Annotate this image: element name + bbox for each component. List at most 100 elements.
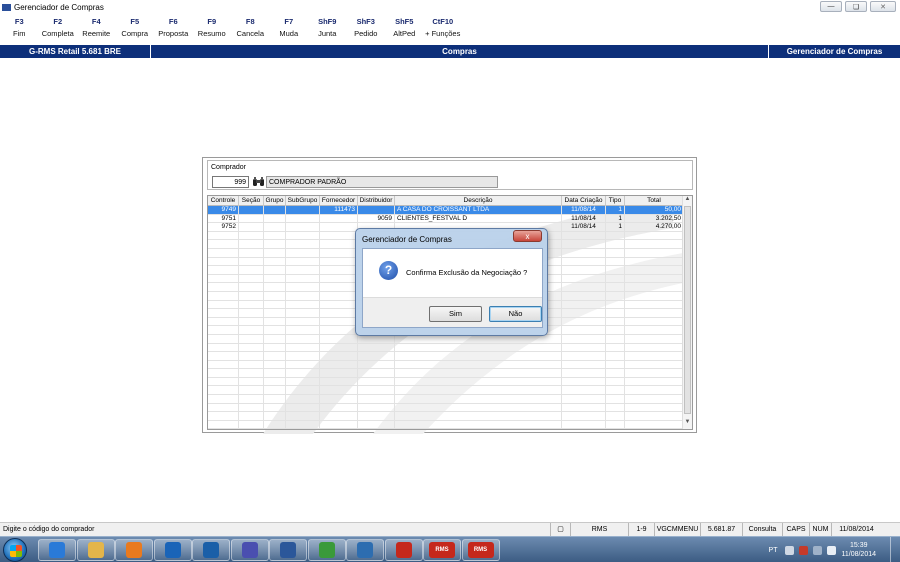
cell-fornecedor — [320, 248, 358, 257]
fkey-key: F4 — [91, 17, 101, 26]
cell-grupo — [264, 206, 286, 214]
fkey-button[interactable]: ShF9 Junta — [308, 16, 347, 44]
cell-controle: 9749 — [208, 206, 239, 214]
cell-secao — [239, 266, 264, 275]
no-button[interactable]: Não — [489, 306, 542, 322]
volume-icon[interactable] — [827, 545, 837, 555]
cell-subgrupo — [286, 317, 320, 326]
status-cell: RMS — [570, 523, 628, 536]
fkey-button[interactable]: F9 Resumo — [193, 16, 232, 44]
cell-fornecedor — [320, 360, 358, 369]
table-row[interactable]: 9749 111473 A CASA DO CROISSANT LTDA 11/08/… — [208, 206, 684, 215]
cell-secao — [239, 386, 264, 395]
table-row[interactable]: 9751 9059 CLIENTES_FESTVAL D 11/08/14 1 3.202… — [208, 214, 684, 224]
fkey-button[interactable]: CtF10 + Funções — [424, 16, 463, 44]
column-header[interactable]: Fornecedor — [320, 196, 358, 206]
cell-grupo — [264, 352, 286, 361]
taskbar-app-button[interactable] — [346, 539, 384, 561]
column-header[interactable]: Total — [625, 196, 684, 206]
installer-icon — [318, 542, 335, 558]
fkey-button[interactable]: F3 Fim — [0, 16, 39, 44]
taskbar-app-button[interactable]: RMS — [461, 539, 500, 561]
cell-subgrupo — [286, 274, 320, 283]
fkey-button[interactable]: F2 Completa — [39, 16, 78, 44]
scroll-up-icon[interactable]: ▲ — [683, 196, 692, 205]
grid-scrollbar[interactable]: ▲ ▼ — [682, 196, 692, 429]
cell-data — [562, 369, 606, 378]
scroll-down-icon[interactable]: ▼ — [683, 419, 692, 428]
cell-descricao — [395, 420, 562, 429]
fkey-button[interactable]: F4 Reemite — [77, 16, 116, 44]
fkey-button[interactable]: F7 Muda — [270, 16, 309, 44]
cell-data — [562, 231, 606, 240]
taskbar-app-button[interactable] — [38, 539, 76, 561]
restore-button[interactable]: ❏ — [845, 1, 867, 12]
dialog-close-button[interactable]: x — [513, 230, 542, 242]
cell-distribuidor — [358, 334, 395, 343]
cell-grupo — [264, 403, 286, 412]
tray-arrow-icon[interactable] — [785, 545, 795, 555]
cell-distribuidor — [358, 420, 395, 429]
start-button[interactable] — [3, 538, 27, 562]
cell-distribuidor — [358, 206, 395, 214]
tray-alert-icon[interactable] — [799, 545, 809, 555]
network-icon[interactable] — [813, 545, 823, 555]
yes-button[interactable]: Sim — [429, 306, 482, 322]
column-header[interactable]: Controle — [208, 196, 239, 206]
cell-total — [625, 352, 684, 361]
fkey-button[interactable]: F6 Proposta — [154, 16, 193, 44]
cell-secao — [239, 352, 264, 361]
buyer-group: Comprador 999 COMPRADOR PADRÃO — [207, 160, 693, 190]
cell-fornecedor — [320, 395, 358, 404]
fkey-key: F9 — [207, 17, 217, 26]
column-header[interactable]: Tipo — [606, 196, 625, 206]
ie-icon — [49, 542, 65, 558]
taskbar-app-button[interactable] — [269, 539, 307, 561]
fkey-button[interactable]: F8 Cancela — [231, 16, 270, 44]
cell-total — [625, 257, 684, 266]
fkey-button[interactable]: ShF5 AltPed — [385, 16, 424, 44]
taskbar-app-button[interactable] — [192, 539, 230, 561]
cell-distribuidor — [358, 412, 395, 421]
language-indicator[interactable]: PT — [769, 547, 778, 554]
taskbar-app-button[interactable] — [307, 539, 346, 561]
window-title: Gerenciador de Compras — [14, 2, 104, 12]
cell-total — [625, 377, 684, 386]
fkey-button[interactable]: F5 Compra — [116, 16, 155, 44]
column-header[interactable]: SubGrupo — [286, 196, 320, 206]
fkey-key: F5 — [130, 17, 140, 26]
cell-fornecedor — [320, 231, 358, 240]
taskbar-app-button[interactable] — [384, 539, 423, 561]
cell-fornecedor — [320, 266, 358, 275]
cell-data — [562, 240, 606, 249]
taskbar-app-button[interactable] — [153, 539, 192, 561]
taskbar-app-button[interactable] — [230, 539, 269, 561]
binoculars-icon[interactable] — [252, 176, 265, 188]
show-desktop-button[interactable] — [890, 537, 900, 562]
clock[interactable]: 15:39 11/08/2014 — [841, 541, 876, 559]
word-icon — [280, 542, 296, 558]
column-header[interactable]: Seção — [239, 196, 264, 206]
buyer-code-input[interactable]: 999 — [212, 176, 249, 188]
cell-grupo — [264, 223, 286, 232]
scroll-thumb[interactable] — [684, 206, 691, 414]
close-window-button[interactable]: ✕ — [870, 1, 896, 12]
minimize-button[interactable]: — — [820, 1, 842, 12]
fkey-button[interactable]: ShF3 Pedido — [347, 16, 386, 44]
taskbar-app-button[interactable] — [115, 539, 153, 561]
column-header[interactable]: Descrição — [395, 196, 562, 206]
taskbar-app-button[interactable] — [76, 539, 115, 561]
cell-data: 11/08/14 — [562, 223, 606, 232]
cell-total — [625, 334, 684, 343]
cell-grupo — [264, 317, 286, 326]
column-header[interactable]: Distribuidor — [358, 196, 395, 206]
cell-total — [625, 420, 684, 429]
taskbar-app-button[interactable]: RMS — [423, 539, 461, 561]
column-header[interactable]: Data Criação — [562, 196, 606, 206]
cell-descricao — [395, 369, 562, 378]
cell-grupo — [264, 214, 286, 223]
cell-subgrupo — [286, 291, 320, 300]
column-header[interactable]: Grupo — [264, 196, 286, 206]
cell-subgrupo — [286, 360, 320, 369]
cell-subgrupo — [286, 300, 320, 309]
